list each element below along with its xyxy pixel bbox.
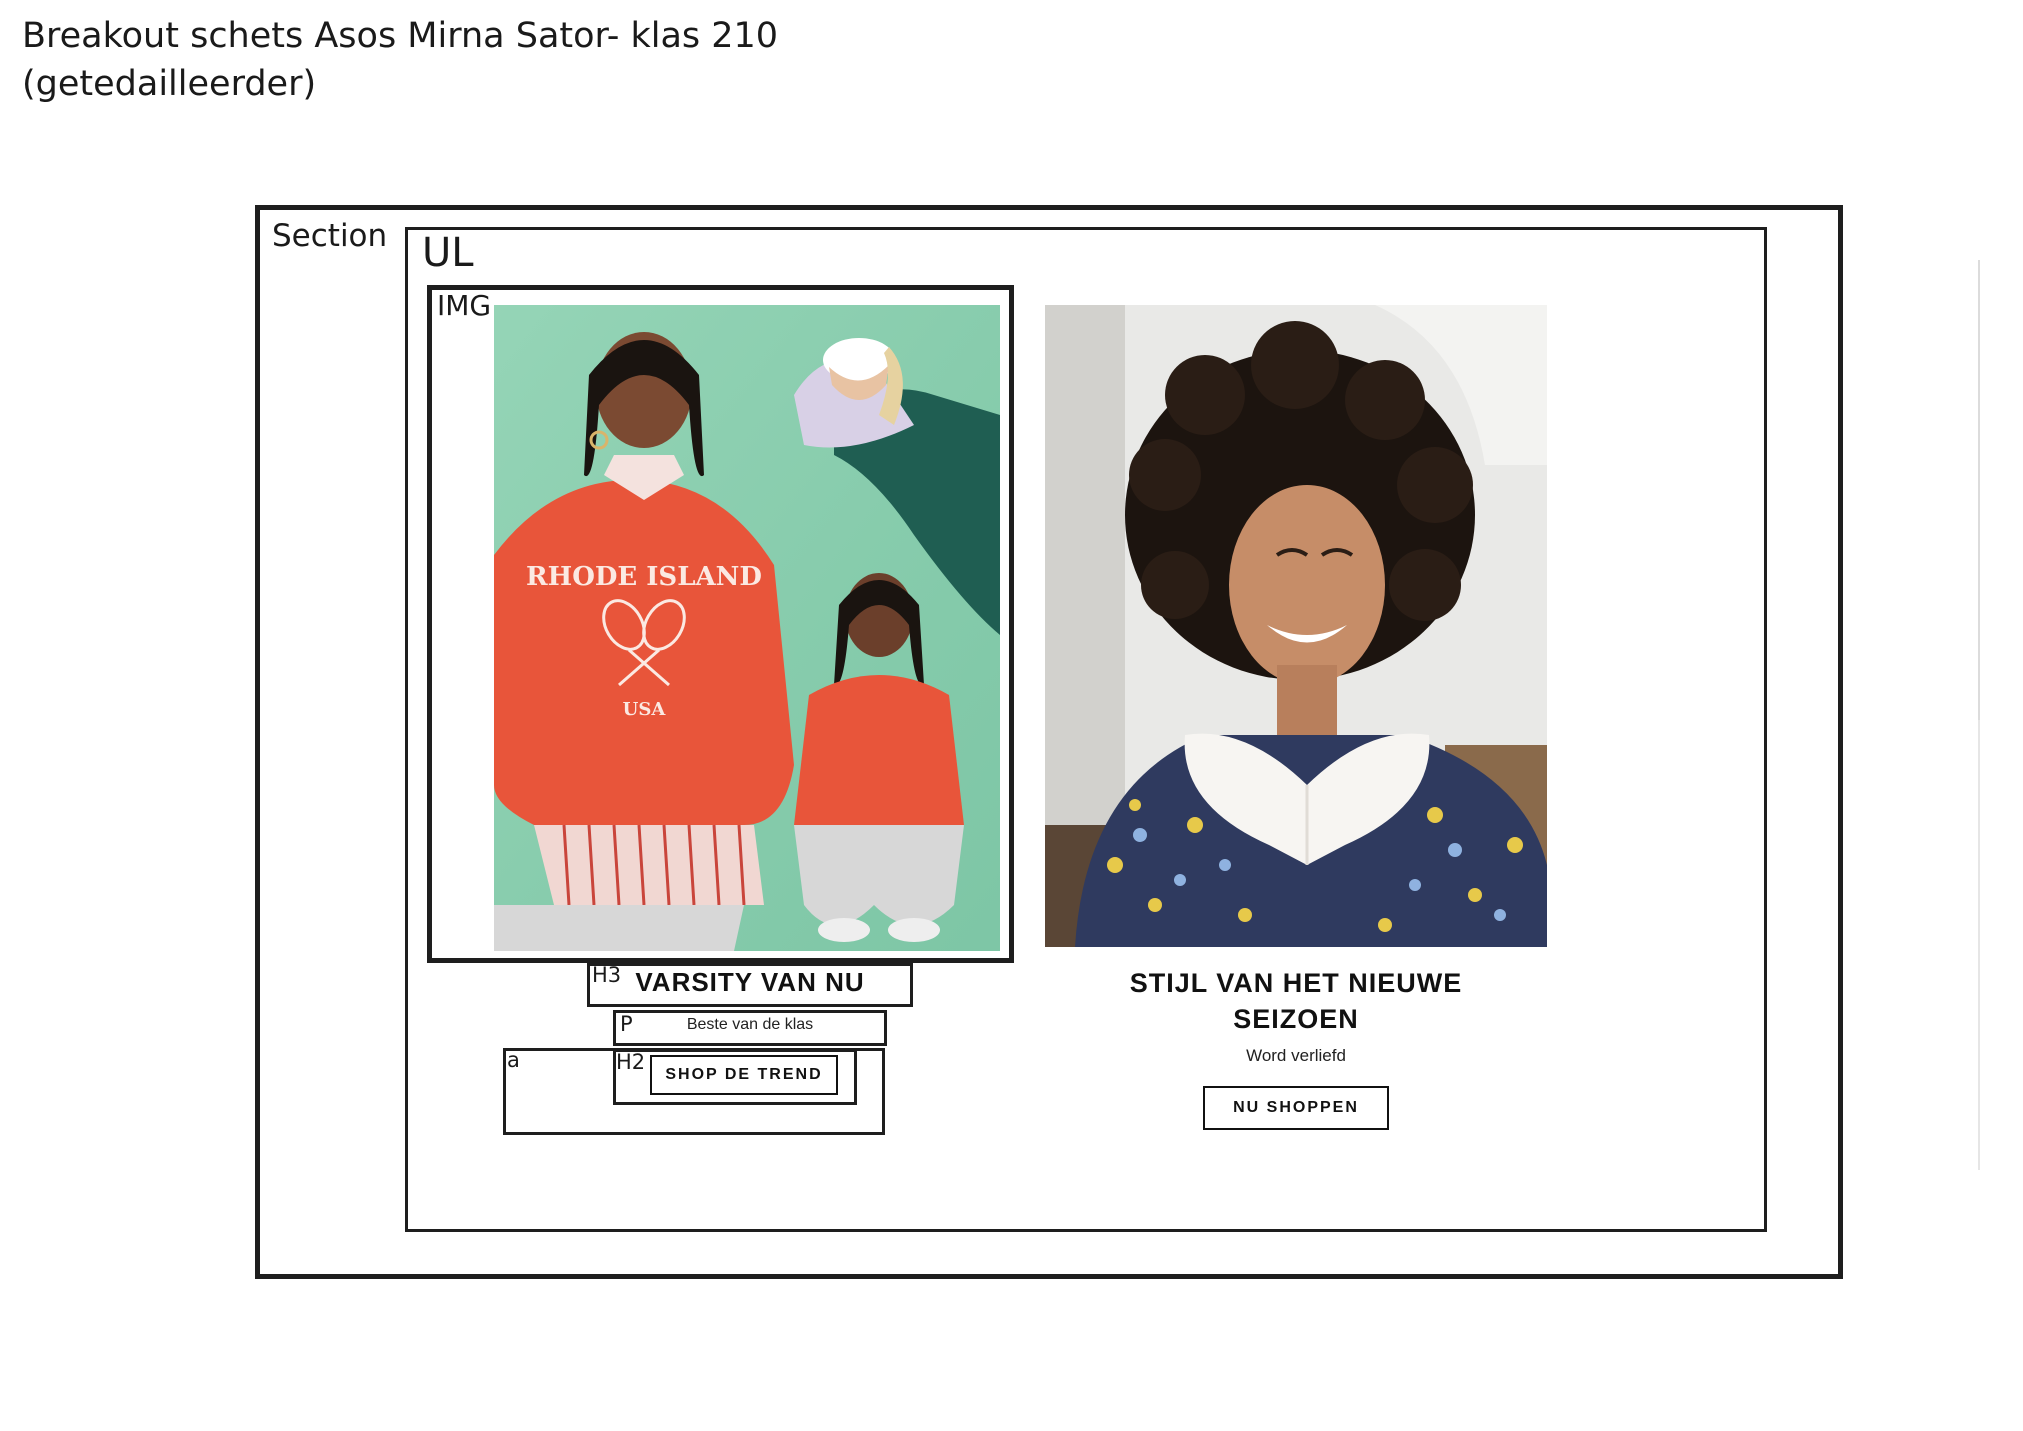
season-heading: STIJL VAN HET NIEUWE SEIZOEN <box>1045 965 1547 1037</box>
sketch-title: Breakout schets Asos Mirna Sator- klas 2… <box>22 12 778 108</box>
sketch-title-line2: (getedailleerder) <box>22 64 317 104</box>
season-photo[interactable] <box>1045 305 1547 947</box>
sweatshirt-print-text: RHODE ISLAND <box>526 562 762 592</box>
season-paragraph: Word verliefd <box>1246 1046 1346 1065</box>
h2-label: H2 <box>616 1050 646 1074</box>
ul-label: UL <box>422 230 474 276</box>
season-photo-illustration <box>1045 305 1547 947</box>
season-heading-line1: STIJL VAN HET NIEUWE <box>1129 968 1463 998</box>
a-label: a <box>507 1048 520 1072</box>
nu-shoppen-button[interactable]: NU SHOPPEN <box>1203 1086 1389 1130</box>
sketch-title-line1: Breakout schets Asos Mirna Sator- klas 2… <box>22 16 779 56</box>
img-label: IMG <box>437 289 492 322</box>
scan-edge-line-lower <box>1978 720 1980 1170</box>
varsity-photo[interactable]: RHODE ISLAND USA <box>494 305 1000 951</box>
sweatshirt-print-sub: USA <box>623 699 667 720</box>
season-heading-line2: SEIZOEN <box>1233 1004 1359 1034</box>
section-label: Section <box>272 218 388 254</box>
varsity-heading: VARSITY VAN NU <box>635 967 865 997</box>
shop-de-trend-button[interactable]: SHOP DE TREND <box>650 1055 838 1095</box>
varsity-paragraph: Beste van de klas <box>686 1016 814 1033</box>
varsity-photo-illustration: RHODE ISLAND USA <box>494 305 1000 951</box>
